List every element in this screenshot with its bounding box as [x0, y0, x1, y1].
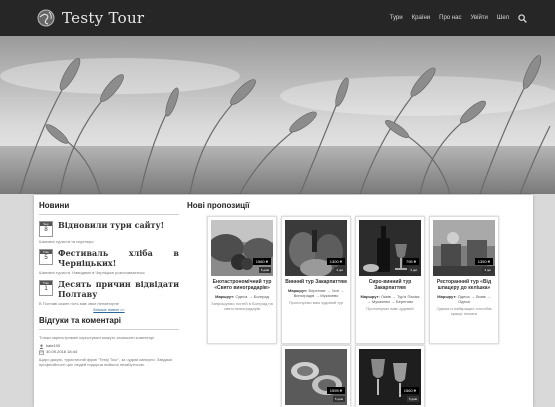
calendar-small-icon	[39, 350, 44, 355]
nav-tours[interactable]: Тури	[390, 15, 403, 21]
globe-logo-icon	[37, 9, 55, 27]
tour-description: Запрошуємо гостей в Болград на свято вин…	[211, 301, 273, 311]
tour-title: Сиро-винний тур Закарпаттям	[368, 279, 412, 291]
duration-badge: 4 дні	[482, 267, 493, 273]
tour-description: Пропонуємо вам чудовий тур	[288, 300, 344, 305]
calendar-icon: Trav 5	[39, 249, 53, 265]
price-badge: 1350 ₴	[474, 258, 493, 265]
top-navigation-bar: Testy Tour Тури Країни Про нас Увійти Ше…	[0, 0, 555, 36]
news-item: Sep 8 Відновили тури сайту! Шановні тури…	[39, 220, 179, 244]
news-title-link[interactable]: Фестиваль хліба в Черніцьких!	[58, 248, 179, 268]
tour-card[interactable]: 1595 ₴ 5 днів	[281, 345, 351, 407]
tour-title: Ресторанний тур «Від шпацеру до келішка»	[436, 279, 492, 291]
user-icon	[39, 344, 44, 349]
news-excerpt: Шановні туристи. Наводимо в Черніцьке ро…	[39, 270, 145, 275]
price-badge: 1300 ₴	[326, 258, 345, 265]
news-title-link[interactable]: Десять причин відвідати Полтаву	[58, 279, 179, 299]
search-icon[interactable]	[518, 13, 527, 23]
nav-login[interactable]: Увійти	[470, 15, 487, 21]
nav-countries[interactable]: Країни	[412, 15, 431, 21]
news-day: 5	[44, 255, 48, 261]
content-panel: Новини Sep 8 Відновили тури сайту! Шанов…	[34, 195, 533, 407]
comment-date-row: 30.09.2016 18:44	[39, 349, 179, 355]
tour-card[interactable]: 1560 ₴ 5 днів	[355, 345, 425, 407]
tour-image: 1350 ₴ 4 дні	[433, 220, 495, 276]
route-label: Маршрут:	[437, 294, 457, 299]
tour-card[interactable]: 795 ₴ 3 дні Сиро-винний тур Закарпаттям …	[355, 216, 425, 344]
tour-card[interactable]: 1350 ₴ 4 дні Ресторанний тур «Від шпацер…	[429, 216, 499, 344]
tour-image: 1595 ₴ 5 днів	[285, 349, 347, 405]
tour-image: 1580 ₴ 5 днів	[211, 220, 273, 276]
news-heading: Новини	[39, 201, 70, 210]
news-item: Trav 1 Десять причин відвідати Полтаву В…	[39, 279, 179, 312]
comments-heading: Відгуки та коментарі	[39, 316, 121, 325]
comment-text: Щиро дякую, туристичній фірмі "Testy Tou…	[39, 357, 172, 367]
calendar-icon: Trav 1	[39, 280, 53, 296]
comment-notice: Тільки зареєстровані користувачі можуть …	[39, 335, 155, 340]
tour-image: 795 ₴ 3 дні	[359, 220, 421, 276]
route-text: Одеса → Болград	[235, 294, 269, 299]
divider	[39, 214, 179, 215]
tour-card[interactable]: 1300 ₴ 3 дні Винний тур Закарпаттям Марш…	[281, 216, 351, 344]
hero-wheat-image	[0, 36, 555, 194]
tour-title: Винний тур Закарпаттям	[285, 279, 347, 285]
comment-date: 30.09.2016 18:44	[46, 349, 78, 354]
price-badge: 1595 ₴	[326, 387, 345, 394]
sidebar: Новини Sep 8 Відновили тури сайту! Шанов…	[39, 201, 179, 407]
new-offers-section: Нові пропозиції 1580 ₴ 5 днів Енотастрон…	[187, 201, 527, 407]
tour-description: Пропонуємо вам чудовий	[366, 306, 414, 311]
calendar-icon: Sep 8	[39, 221, 53, 237]
tour-image: 1560 ₴ 5 днів	[359, 349, 421, 405]
duration-badge: 3 дні	[408, 267, 419, 273]
route-label: Маршрут:	[215, 294, 235, 299]
duration-badge: 5 днів	[332, 396, 345, 402]
price-badge: 795 ₴	[402, 258, 419, 265]
news-item: Trav 5 Фестиваль хліба в Черніцьких! Шан…	[39, 248, 179, 275]
tour-title: Енотастрономічний тур «Свято виноградарі…	[212, 279, 272, 291]
main-menu: Тури Країни Про нас Увійти Шеп	[381, 0, 527, 36]
duration-badge: 5 днів	[406, 396, 419, 402]
route-text: Одеса → Львів → Одеса	[457, 294, 491, 304]
tour-route: Маршрут: Одеса → Болград	[211, 294, 273, 299]
news-day: 8	[44, 227, 48, 233]
news-excerpt: В Полтаві кожен гість має своє неповторн…	[39, 301, 119, 306]
news-title-link[interactable]: Відновили тури сайту!	[58, 220, 164, 230]
more-news-link[interactable]: Більше новин >>	[39, 307, 179, 312]
tour-image: 1300 ₴ 3 дні	[285, 220, 347, 276]
duration-badge: 5 днів	[258, 267, 271, 273]
tour-route: Маршрут: Львів → Тур'я Пасіка → Мукачево…	[359, 294, 421, 304]
price-badge: 1560 ₴	[400, 387, 419, 394]
nav-cart[interactable]: Шеп	[497, 15, 509, 21]
nav-about[interactable]: Про нас	[439, 15, 461, 21]
news-day: 1	[44, 286, 48, 292]
tour-route: Маршрут: Одеса → Львів → Одеса	[433, 294, 495, 304]
divider	[39, 329, 179, 330]
news-excerpt: Шановні туристи та партнери	[39, 239, 94, 244]
price-badge: 1580 ₴	[252, 258, 271, 265]
site-logo[interactable]: Testy Tour	[36, 8, 144, 28]
site-name: Testy Tour	[62, 9, 145, 27]
duration-badge: 3 дні	[334, 267, 345, 273]
offers-heading: Нові пропозиції	[187, 201, 250, 210]
tour-card[interactable]: 1580 ₴ 5 днів Енотастрономічний тур «Свя…	[207, 216, 277, 344]
tour-description: Одним із найкращих способів краще пізнат…	[436, 306, 492, 316]
tour-route: Маршрут: Берегове → Чоп → Виноградів → М…	[285, 288, 347, 298]
